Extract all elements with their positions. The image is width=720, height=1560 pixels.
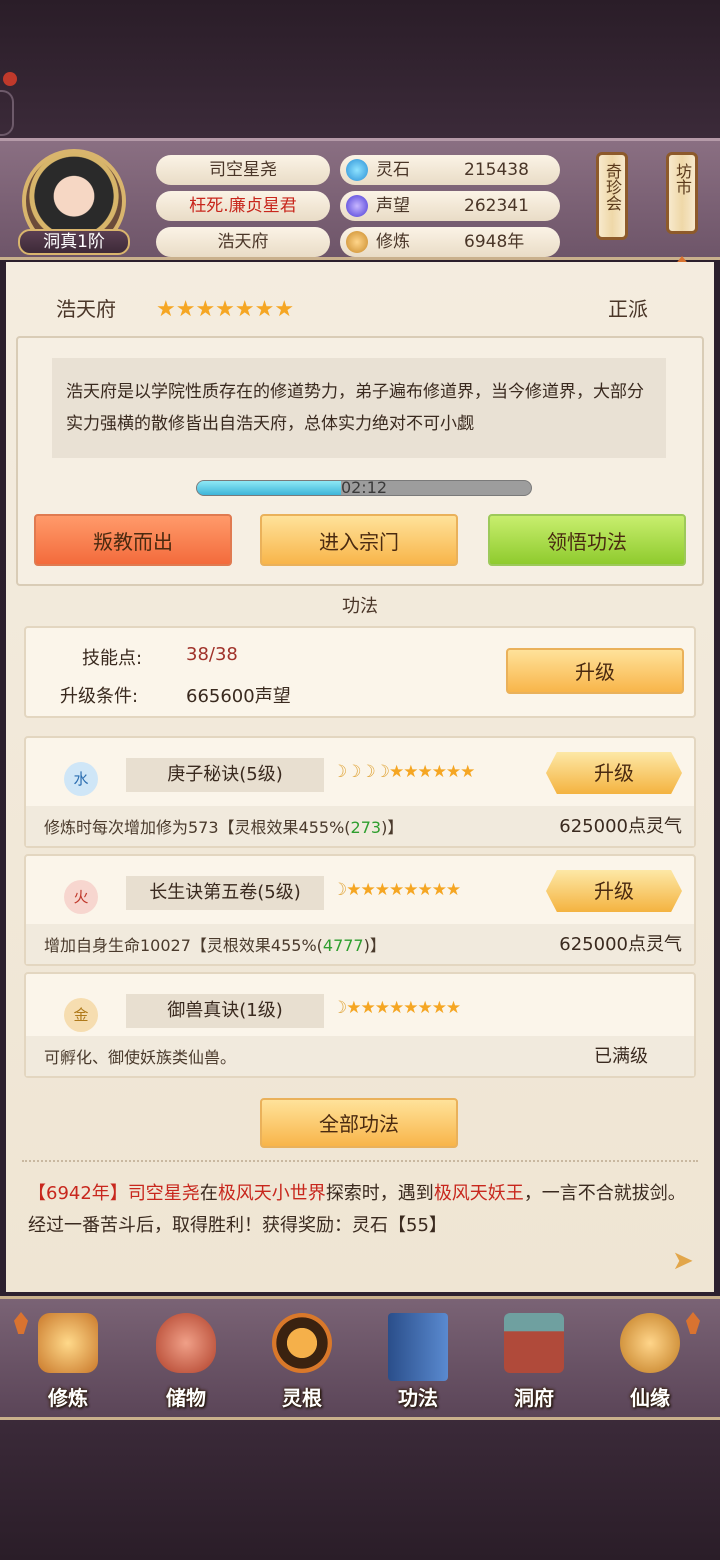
side-handle[interactable] — [0, 90, 14, 136]
market-button[interactable]: 坊市 — [666, 152, 698, 234]
stat-cultivation: 修炼 6948年 — [340, 227, 560, 257]
bottom-nav: 修炼 储物 灵根 功法 洞府 仙缘 — [0, 1296, 720, 1420]
event-log: 【6942年】司空星尧在极风天小世界探索时，遇到极风天妖王，一言不合就拔剑。经过… — [28, 1183, 686, 1236]
sect-stars: ★★★★★★★ — [156, 297, 295, 322]
timer-text: 02:12 — [340, 478, 388, 497]
skill-upgrade-button[interactable]: 升级 — [546, 752, 682, 794]
all-skills-button[interactable]: 全部功法 — [260, 1098, 458, 1148]
sect-alignment: 正派 — [608, 297, 648, 321]
water-element-icon: 水 — [64, 762, 98, 796]
metal-element-icon: 金 — [64, 998, 98, 1032]
skill-status: 已满级 — [594, 1046, 648, 1067]
skill-rating: ☽☽☽☽★★★★★★ — [332, 762, 475, 782]
skill-row: 水 庚子秘诀(5级) ☽☽☽☽★★★★★★ 升级 修炼时每次增加修为573【灵根… — [24, 736, 696, 848]
fire-element-icon: 火 — [64, 880, 98, 914]
nav-cave[interactable]: 洞府 — [484, 1313, 584, 1419]
player-title[interactable]: 枉死.廉贞星君 — [156, 191, 330, 221]
top-backdrop — [0, 0, 720, 138]
notification-dot — [3, 72, 17, 86]
skill-book-icon — [388, 1313, 448, 1381]
player-name: 司空星尧 — [156, 155, 330, 185]
gourd-icon — [620, 1313, 680, 1373]
sect-description: 浩天府是以学院性质存在的修道势力，弟子遍布修道界，当今修道界，大部分实力强横的散… — [52, 358, 666, 458]
skill-upgrade-button[interactable]: 升级 — [546, 870, 682, 912]
skill-rating: ☽★★★★★★★★ — [332, 998, 461, 1018]
rank-label: 洞真1阶 — [18, 229, 130, 255]
skill-cost: 625000点灵气 — [559, 816, 682, 837]
stat-reputation: 声望 262341 — [340, 191, 560, 221]
nav-fate[interactable]: 仙缘 — [600, 1313, 700, 1419]
skills-section-title: 功法 — [342, 596, 378, 617]
spirit-stone-icon — [346, 159, 368, 181]
upgrade-condition-label: 升级条件: — [60, 686, 139, 707]
skill-rating: ☽★★★★★★★★ — [332, 880, 461, 900]
nav-cultivate[interactable]: 修炼 — [18, 1313, 118, 1419]
skill-cost: 625000点灵气 — [559, 934, 682, 955]
upgrade-points-button[interactable]: 升级 — [506, 648, 684, 694]
skill-points-panel: 技能点: 38/38 升级条件: 665600声望 升级 — [24, 626, 696, 718]
enter-sect-button[interactable]: 进入宗门 — [260, 514, 458, 566]
cave-house-icon — [504, 1313, 564, 1373]
skill-name: 长生诀第五卷(5级) — [126, 876, 324, 910]
bottom-backdrop — [0, 1420, 720, 1560]
skill-effect: 修炼时每次增加修为573【灵根效果455%(273)】 — [44, 818, 404, 837]
leave-sect-button[interactable]: 叛教而出 — [34, 514, 232, 566]
nav-skills[interactable]: 功法 — [368, 1313, 468, 1419]
reputation-icon — [346, 195, 368, 217]
cultivate-monk-icon — [38, 1313, 98, 1373]
upgrade-condition-value: 665600声望 — [186, 686, 291, 707]
skill-points-value: 38/38 — [186, 644, 238, 665]
skill-row: 金 御兽真诀(1级) ☽★★★★★★★★ 可孵化、御使妖族类仙兽。 已满级 — [24, 972, 696, 1078]
nav-storage[interactable]: 储物 — [136, 1313, 236, 1419]
player-sect: 浩天府 — [156, 227, 330, 257]
storage-bag-icon — [156, 1313, 216, 1373]
skill-row: 火 长生诀第五卷(5级) ☽★★★★★★★★ 升级 增加自身生命10027【灵根… — [24, 854, 696, 966]
learn-skill-button[interactable]: 领悟功法 — [488, 514, 686, 566]
skill-name: 庚子秘诀(5级) — [126, 758, 324, 792]
skill-points-label: 技能点: — [82, 648, 143, 669]
divider — [22, 1160, 698, 1168]
next-arrow-icon[interactable]: ➤ — [672, 1246, 694, 1276]
skill-name: 御兽真诀(1级) — [126, 994, 324, 1028]
stat-spirit-stone: 灵石 215438 — [340, 155, 560, 185]
treasure-shop-button[interactable]: 奇珍会 — [596, 152, 628, 240]
cultivation-icon — [346, 231, 368, 253]
sect-name: 浩天府 — [56, 297, 116, 321]
nav-spirit-root[interactable]: 灵根 — [252, 1313, 352, 1419]
skill-effect: 增加自身生命10027【灵根效果455%(4777)】 — [44, 936, 386, 955]
skill-effect: 可孵化、御使妖族类仙兽。 — [44, 1048, 237, 1067]
spirit-root-icon — [272, 1313, 332, 1373]
